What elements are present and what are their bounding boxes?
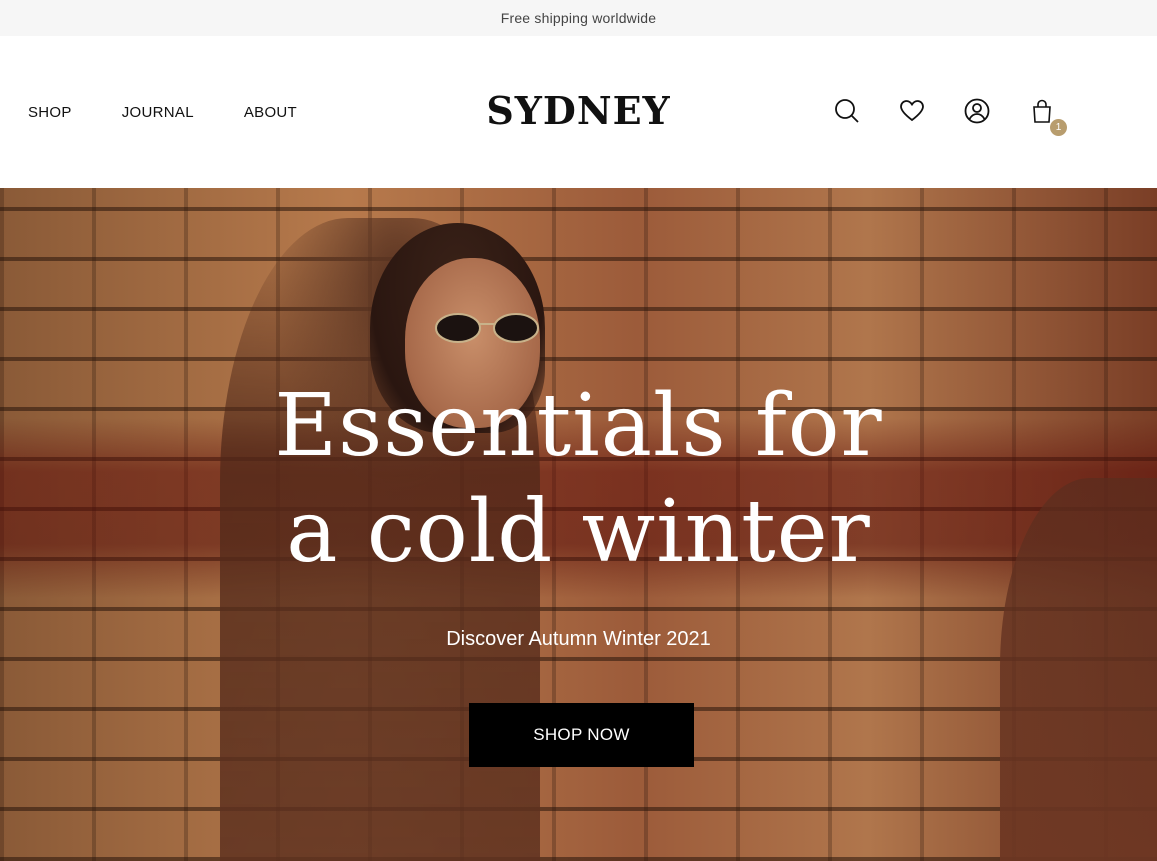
hero-banner: Essentials for a cold winter Discover Au…	[0, 188, 1157, 861]
sunglasses-graphic	[435, 313, 539, 343]
hero-title-line-1: Essentials for	[274, 376, 883, 476]
heart-icon	[900, 100, 924, 122]
cart-count-badge: 1	[1050, 119, 1067, 136]
header-actions: 1	[832, 96, 1092, 136]
account-button[interactable]	[962, 96, 992, 126]
hero-title: Essentials for a cold winter	[0, 373, 1157, 585]
search-button[interactable]	[832, 96, 862, 126]
site-header: SHOP JOURNAL ABOUT SYDNEY 1	[0, 36, 1157, 188]
wishlist-button[interactable]	[897, 96, 927, 126]
announcement-text: Free shipping worldwide	[500, 10, 657, 26]
announcement-bar: Free shipping worldwide	[0, 0, 1157, 36]
user-icon	[964, 98, 990, 124]
hero-title-line-2: a cold winter	[286, 482, 871, 582]
shop-now-button[interactable]: SHOP NOW	[469, 703, 694, 767]
hero-subtitle: Discover Autumn Winter 2021	[446, 628, 711, 650]
cart-button[interactable]: 1	[1027, 96, 1067, 136]
search-icon	[835, 99, 859, 123]
